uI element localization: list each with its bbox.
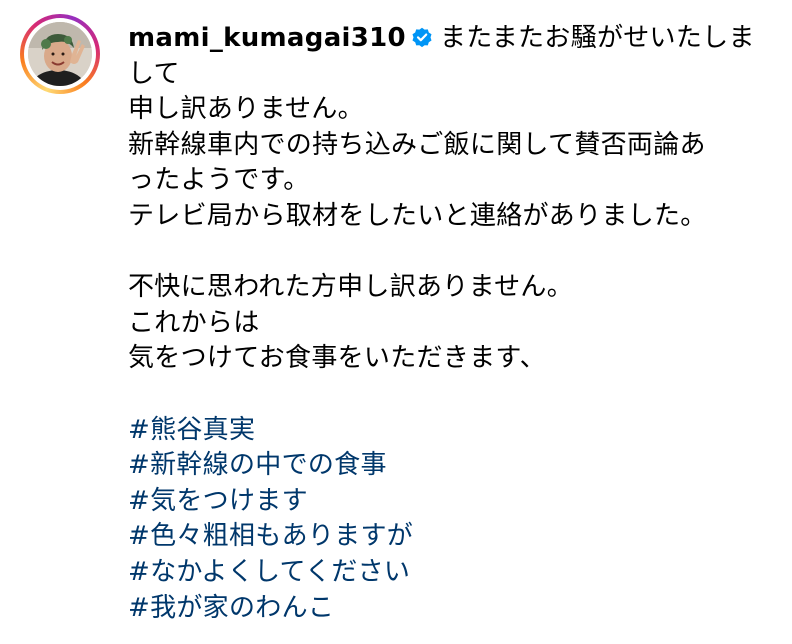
instagram-post-caption: mami_kumagai310 またまたお騒がせいたしま して 申し訳ありません。… <box>0 0 792 644</box>
caption-line: 気をつけてお食事をいただきます、 <box>128 343 546 374</box>
avatar-photo <box>28 22 92 86</box>
caption-line: これからは <box>128 307 260 338</box>
story-ring[interactable] <box>20 14 100 94</box>
hashtag-link[interactable]: #熊谷真実 <box>128 413 255 449</box>
username-link[interactable]: mami_kumagai310 <box>128 23 406 53</box>
caption-line: テレビ局から取材をしたいと連絡がありました。 <box>128 200 707 231</box>
caption-line: ったようです。 <box>128 165 310 196</box>
hashtag-link[interactable]: #なかよくしてください <box>128 555 410 591</box>
caption-line: 不快に思われた方申し訳ありません。 <box>128 272 574 303</box>
avatar[interactable] <box>28 22 92 86</box>
caption-line: して <box>128 58 180 89</box>
hashtag-link[interactable]: #新幹線の中での食事 <box>128 448 387 484</box>
hashtag-link[interactable]: #我が家のわんこ <box>128 591 334 627</box>
hashtag-link[interactable]: #色々粗相もありますが <box>128 519 413 555</box>
caption-header-line: mami_kumagai310 またまたお騒がせいたしま <box>128 21 768 57</box>
caption-line: 申し訳ありません。 <box>128 94 364 125</box>
hashtag-link[interactable]: #気をつけます <box>128 484 308 520</box>
caption-line: 新幹線車内での持ち込みご飯に関して賛否両論あ <box>128 129 706 160</box>
verified-badge-icon <box>410 24 434 48</box>
post-caption: mami_kumagai310 またまたお騒がせいたしま して 申し訳ありません。… <box>128 21 768 626</box>
caption-text: またまたお騒がせいたしま <box>439 23 755 53</box>
